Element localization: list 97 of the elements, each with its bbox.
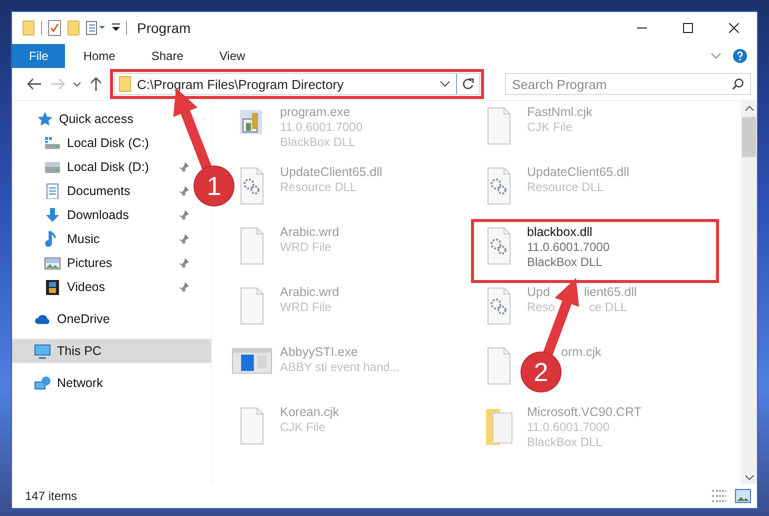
search-icon[interactable] — [732, 78, 744, 90]
folder-icon — [484, 407, 514, 447]
file-icon — [487, 347, 511, 385]
file-name: AbbyySTI.exe — [280, 345, 359, 360]
file-detail: ce DLL — [589, 300, 628, 315]
close-icon[interactable] — [729, 23, 739, 33]
file-name: orm.cjk — [561, 345, 602, 360]
film-icon — [44, 279, 61, 295]
sidebar-item[interactable]: Documents — [12, 179, 193, 203]
ribbon-tab[interactable]: Share — [133, 44, 202, 68]
file-icon — [487, 107, 511, 145]
address-path: C:\Program Files\Program Directory — [137, 76, 345, 92]
item-count: 147 items — [25, 489, 78, 503]
file-name: Arabic.wrd — [280, 285, 340, 300]
file-name: Upd — [527, 285, 550, 300]
file-name: UpdateClient65.dll — [527, 165, 630, 180]
step-badge: 1 — [194, 166, 234, 206]
file-name: Arabic.wrd — [280, 225, 340, 240]
file-detail: BlackBox DLL — [527, 435, 604, 450]
file-detail: BlackBox DLL — [527, 255, 604, 270]
up-arrow-icon[interactable] — [90, 77, 102, 91]
pin-icon[interactable] — [179, 258, 189, 268]
dropdown-icon[interactable] — [440, 81, 450, 87]
file-name: blackbox.dll — [527, 225, 594, 240]
document-icon — [44, 183, 61, 199]
file-detail: Reso — [527, 300, 556, 315]
download-icon — [44, 207, 61, 223]
file-name: lient65.dll — [584, 285, 637, 300]
sidebar-item[interactable]: Quick access — [12, 107, 211, 131]
file-detail: CJK File — [280, 420, 326, 435]
file-detail: 11.0.6001.7000 — [527, 420, 611, 435]
file-icon — [240, 287, 264, 325]
file-detail: 11.0.6001.7000 — [527, 240, 610, 255]
file-name: FastNml.cjk — [527, 105, 592, 120]
sidebar-item[interactable]: Local Disk (D:) — [12, 155, 193, 179]
pin-icon[interactable] — [179, 282, 189, 292]
chevron-down-icon[interactable] — [73, 82, 81, 86]
file-detail: WRD File — [280, 240, 332, 255]
properties-icon[interactable] — [86, 21, 106, 35]
file-name: Korean.cjk — [280, 405, 340, 420]
file-name: Microsoft.VC90.CRT — [527, 405, 642, 420]
window-title: Program — [137, 20, 191, 36]
details-view-icon[interactable] — [711, 489, 727, 503]
picture-icon — [44, 255, 61, 271]
ribbon-tab[interactable]: Home — [65, 44, 134, 68]
large-icons-view-icon[interactable] — [735, 489, 751, 503]
dropdown-icon[interactable] — [112, 23, 120, 33]
drive-icon — [44, 135, 61, 151]
pin-icon[interactable] — [179, 162, 189, 172]
minimize-icon[interactable] — [637, 27, 647, 29]
sidebar-item[interactable]: Pictures — [12, 251, 193, 275]
scroll-thumb[interactable] — [742, 117, 756, 157]
file-detail: 11.0.6001.7000 — [280, 120, 363, 135]
file-detail: Resource DLL — [280, 180, 358, 195]
ribbon-tab[interactable]: File — [12, 44, 66, 68]
network-icon — [34, 375, 51, 391]
file-icon — [240, 227, 264, 265]
file-detail: BlackBox DLL — [280, 135, 356, 150]
file-item[interactable]: blackbox.dll 11.0.6001.7000 BlackBox DLL — [474, 222, 716, 280]
file-detail: ABBY sti event hand... — [280, 360, 400, 375]
pin-icon[interactable] — [179, 186, 189, 196]
gear-file-icon — [240, 167, 264, 205]
computer-icon — [34, 343, 51, 359]
gear-file-icon — [487, 227, 511, 265]
sidebar-item[interactable]: Local Disk (C:) — [12, 131, 193, 155]
file-detail: CJK File — [527, 120, 574, 135]
drive-icon — [44, 159, 61, 175]
sidebar-item[interactable]: OneDrive — [12, 307, 211, 331]
maximize-icon[interactable] — [683, 23, 693, 33]
pin-icon[interactable] — [179, 234, 189, 244]
application-window-icon — [232, 347, 272, 375]
file-name: UpdateClient65.dll — [280, 165, 382, 180]
gear-file-icon — [487, 287, 511, 325]
folder-icon — [119, 76, 131, 92]
gear-file-icon — [487, 167, 511, 205]
sidebar-item[interactable]: Videos — [12, 275, 193, 299]
ribbon-tab[interactable]: View — [201, 44, 264, 68]
expand-ribbon-icon[interactable] — [711, 53, 721, 59]
sidebar-item[interactable]: Downloads — [12, 203, 193, 227]
scroll-up-icon[interactable] — [744, 106, 754, 110]
checklist-icon[interactable] — [48, 20, 61, 36]
sidebar-item[interactable]: This PC — [12, 339, 211, 363]
back-arrow-icon[interactable] — [27, 78, 41, 90]
search-field[interactable]: Search Program — [505, 73, 751, 95]
sidebar-item[interactable]: Music — [12, 227, 193, 251]
scroll-down-icon[interactable] — [744, 474, 754, 480]
step-badge: 2 — [520, 352, 562, 392]
help-icon[interactable] — [733, 49, 747, 63]
file-detail: WRD File — [280, 300, 332, 315]
file-name: program.exe — [280, 105, 352, 120]
refresh-icon[interactable] — [462, 78, 474, 90]
sidebar-item[interactable]: Network — [12, 371, 211, 395]
pin-icon[interactable] — [179, 210, 189, 220]
file-detail: Resource DLL — [527, 180, 605, 195]
star-icon — [36, 111, 53, 127]
scrollbar[interactable] — [741, 101, 757, 484]
file-icon — [240, 407, 264, 445]
